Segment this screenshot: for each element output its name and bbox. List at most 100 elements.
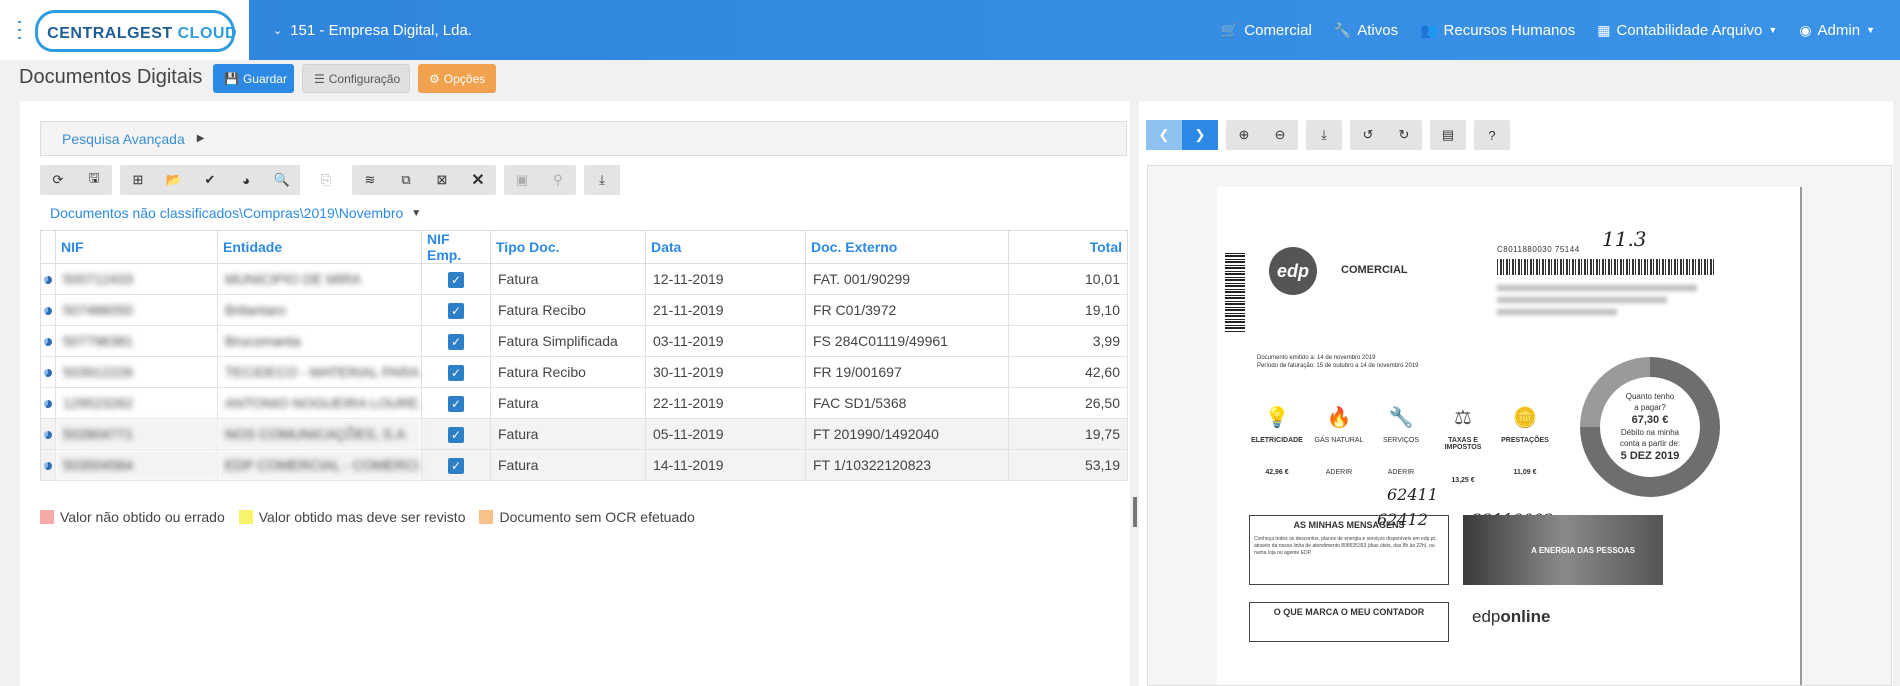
- search-document-icon[interactable]: 🔍: [264, 165, 300, 195]
- company-name: 151 - Empresa Digital, Lda.: [290, 21, 472, 39]
- horizontal-barcode: [1497, 259, 1715, 275]
- configuracao-button[interactable]: ☰ Configuração: [302, 64, 410, 93]
- nif-emp-checkbox[interactable]: ✓: [448, 426, 464, 443]
- col-doc-externo[interactable]: Doc. Externo: [805, 230, 1009, 264]
- handwritten-note: 11.3: [1602, 227, 1647, 251]
- amount-donut: Quanto tenho a pagar? 67,30 € Débito na …: [1580, 357, 1720, 497]
- caret-down-icon: ▼: [411, 207, 422, 219]
- nif-emp-checkbox[interactable]: ✓: [448, 457, 464, 474]
- legend-item: Documento sem OCR efetuado: [479, 509, 695, 525]
- user-file-icon: ⚲: [553, 172, 563, 187]
- guardar-button[interactable]: 💾 Guardar: [213, 64, 294, 93]
- billing-period: Período de faturação: 15 de outubro a 14…: [1257, 363, 1419, 369]
- zoom-out-icon[interactable]: ⊖: [1262, 120, 1298, 150]
- table-row[interactable]: 507486050 Britantaro ✓ Fatura Recibo 21-…: [40, 294, 1128, 326]
- legend-swatch: [40, 510, 54, 524]
- menu-icon[interactable]: [18, 21, 22, 39]
- advanced-search-toggle[interactable]: Pesquisa Avançada ▶: [40, 121, 1127, 156]
- layers-icon[interactable]: ≋: [352, 165, 388, 195]
- app-logo[interactable]: CENTRALGEST CLOUD: [35, 10, 249, 52]
- cart-icon: 🛒: [1220, 21, 1239, 38]
- flame-icon: 🔥: [1326, 406, 1352, 429]
- nif-emp-checkbox[interactable]: ✓: [448, 271, 464, 288]
- save-icon: 💾: [224, 71, 239, 86]
- close-icon[interactable]: ✕: [460, 165, 496, 195]
- details-icon[interactable]: ▤: [1430, 120, 1466, 150]
- reference-code: C8011880030 75144: [1497, 245, 1580, 254]
- company-selector[interactable]: ⌄ 151 - Empresa Digital, Lda.: [273, 22, 472, 39]
- documents-toolbar: ⟳ 🖫 ⊞ 📂 ✔ ◕ 🔍 ⎘ ≋ ⧉ ⊠ ✕ ▣ ⚲ ⤓: [40, 165, 620, 195]
- folder-path-dropdown[interactable]: Documentos não classificados\Compras\201…: [50, 205, 421, 221]
- nav-ativos[interactable]: 🔧 Ativos: [1323, 0, 1409, 60]
- open-folder-icon[interactable]: 📂: [156, 165, 192, 195]
- nav-comercial[interactable]: 🛒 Comercial: [1210, 0, 1323, 60]
- table-row[interactable]: 503912226 TECIDECO - MATERIAL PARA... ✓ …: [40, 356, 1128, 388]
- issue-date: Documento emitido a: 14 de novembro 2019: [1257, 355, 1376, 361]
- copy-icon[interactable]: ⧉: [388, 165, 424, 195]
- splitter-grip-icon[interactable]: [1133, 497, 1137, 527]
- vertical-barcode: [1225, 252, 1245, 332]
- refresh-icon[interactable]: ⟳: [40, 165, 76, 195]
- rotate-right-icon[interactable]: ↻: [1386, 120, 1422, 150]
- comercial-label: COMERCIAL: [1341, 264, 1408, 276]
- col-entidade[interactable]: Entidade: [217, 230, 422, 264]
- nav-contabilidade-arquivo[interactable]: ▦ Contabilidade Arquivo ▼: [1586, 0, 1788, 60]
- previous-icon[interactable]: ❮: [1146, 120, 1182, 150]
- ocr-status-icon: [44, 400, 52, 408]
- coins-icon: 🪙: [1512, 406, 1538, 429]
- help-icon[interactable]: ?: [1474, 120, 1510, 150]
- ocr-status-icon: [44, 462, 52, 470]
- col-tipo-doc[interactable]: Tipo Doc.: [490, 230, 646, 264]
- document-preview[interactable]: 11.3 edp COMERCIAL C8011880030 75144 Doc…: [1147, 165, 1892, 686]
- chevron-down-icon: ⌄: [273, 24, 283, 37]
- page-title: Documentos Digitais: [19, 66, 203, 88]
- opcoes-button[interactable]: ⚙ Opções: [418, 64, 496, 93]
- nif-emp-checkbox[interactable]: ✓: [448, 302, 464, 319]
- export-icon: ▣: [515, 172, 529, 187]
- caret-down-icon: ▼: [1768, 25, 1778, 35]
- ocr-status-icon: [44, 307, 52, 315]
- col-nif[interactable]: NIF: [55, 230, 218, 264]
- edp-logo: edp: [1269, 247, 1317, 295]
- col-total[interactable]: Total: [1008, 230, 1128, 264]
- table-row[interactable]: 129523262 ANTONIO NOGUEIRA LOURE... ✓ Fa…: [40, 387, 1128, 419]
- ocr-pie-icon[interactable]: ◕: [228, 165, 264, 195]
- nav-admin[interactable]: ◉ Admin ▼: [1788, 0, 1886, 60]
- nif-emp-checkbox[interactable]: ✓: [448, 333, 464, 350]
- nif-emp-checkbox[interactable]: ✓: [448, 395, 464, 412]
- save-icon[interactable]: 🖫: [76, 165, 112, 195]
- invoice-page: 11.3 edp COMERCIAL C8011880030 75144 Doc…: [1217, 187, 1800, 685]
- legend-item: Valor não obtido ou errado: [40, 509, 225, 525]
- panel-splitter[interactable]: [1131, 101, 1139, 686]
- wrench-icon: 🔧: [1333, 21, 1352, 38]
- col-nif-emp[interactable]: NIF Emp.: [421, 230, 491, 264]
- nif-emp-checkbox[interactable]: ✓: [448, 364, 464, 381]
- main-nav: 🛒 Comercial 🔧 Ativos 👥 Recursos Humanos …: [1210, 0, 1900, 60]
- col-data[interactable]: Data: [645, 230, 806, 264]
- table-header-row: NIF Entidade NIF Emp. Tipo Doc. Data Doc…: [40, 230, 1128, 264]
- ocr-status-icon: [44, 369, 52, 377]
- energy-banner: A ENERGIA DAS PESSOAS: [1463, 515, 1663, 585]
- download-icon[interactable]: ⤓: [584, 165, 620, 195]
- link-icon: ⎘: [320, 172, 332, 187]
- legend-swatch: [238, 510, 253, 524]
- legend-item: Valor obtido mas deve ser revisto: [238, 509, 465, 525]
- zoom-in-icon[interactable]: ⊕: [1226, 120, 1262, 150]
- next-icon[interactable]: ❯: [1182, 120, 1218, 150]
- download-icon[interactable]: ⤓: [1306, 120, 1342, 150]
- new-document-icon[interactable]: ⊞: [120, 165, 156, 195]
- ocr-status-icon: [44, 338, 52, 346]
- delete-file-icon[interactable]: ⊠: [424, 165, 460, 195]
- list-icon: ☰: [314, 71, 325, 86]
- document-viewer-panel: ❮ ❯ ⊕ ⊖ ⤓ ↺ ↻ ▤ ? 11.3 edp COMERCIAL C80…: [1139, 101, 1893, 686]
- table-row[interactable]: 503504564 EDP COMERCIAL - COMERCI... ✓ F…: [40, 449, 1128, 481]
- nav-recursos-humanos[interactable]: 👥 Recursos Humanos: [1409, 0, 1586, 60]
- table-row[interactable]: 502604771 NOS COMUNICAÇÕES, S.A ✓ Fatura…: [40, 418, 1128, 450]
- table-row[interactable]: 500712433 MUNICIPIO DE MIRA ✓ Fatura 12-…: [40, 263, 1128, 295]
- viewer-toolbar: ❮ ❯ ⊕ ⊖ ⤓ ↺ ↻ ▤ ?: [1146, 120, 1510, 150]
- table-row[interactable]: 507796381 Brucomanta ✓ Fatura Simplifica…: [40, 325, 1128, 357]
- documents-table: NIF Entidade NIF Emp. Tipo Doc. Data Doc…: [40, 230, 1128, 481]
- user-circle-icon: ◉: [1799, 21, 1812, 38]
- rotate-left-icon[interactable]: ↺: [1350, 120, 1386, 150]
- check-list-icon[interactable]: ✔: [192, 165, 228, 195]
